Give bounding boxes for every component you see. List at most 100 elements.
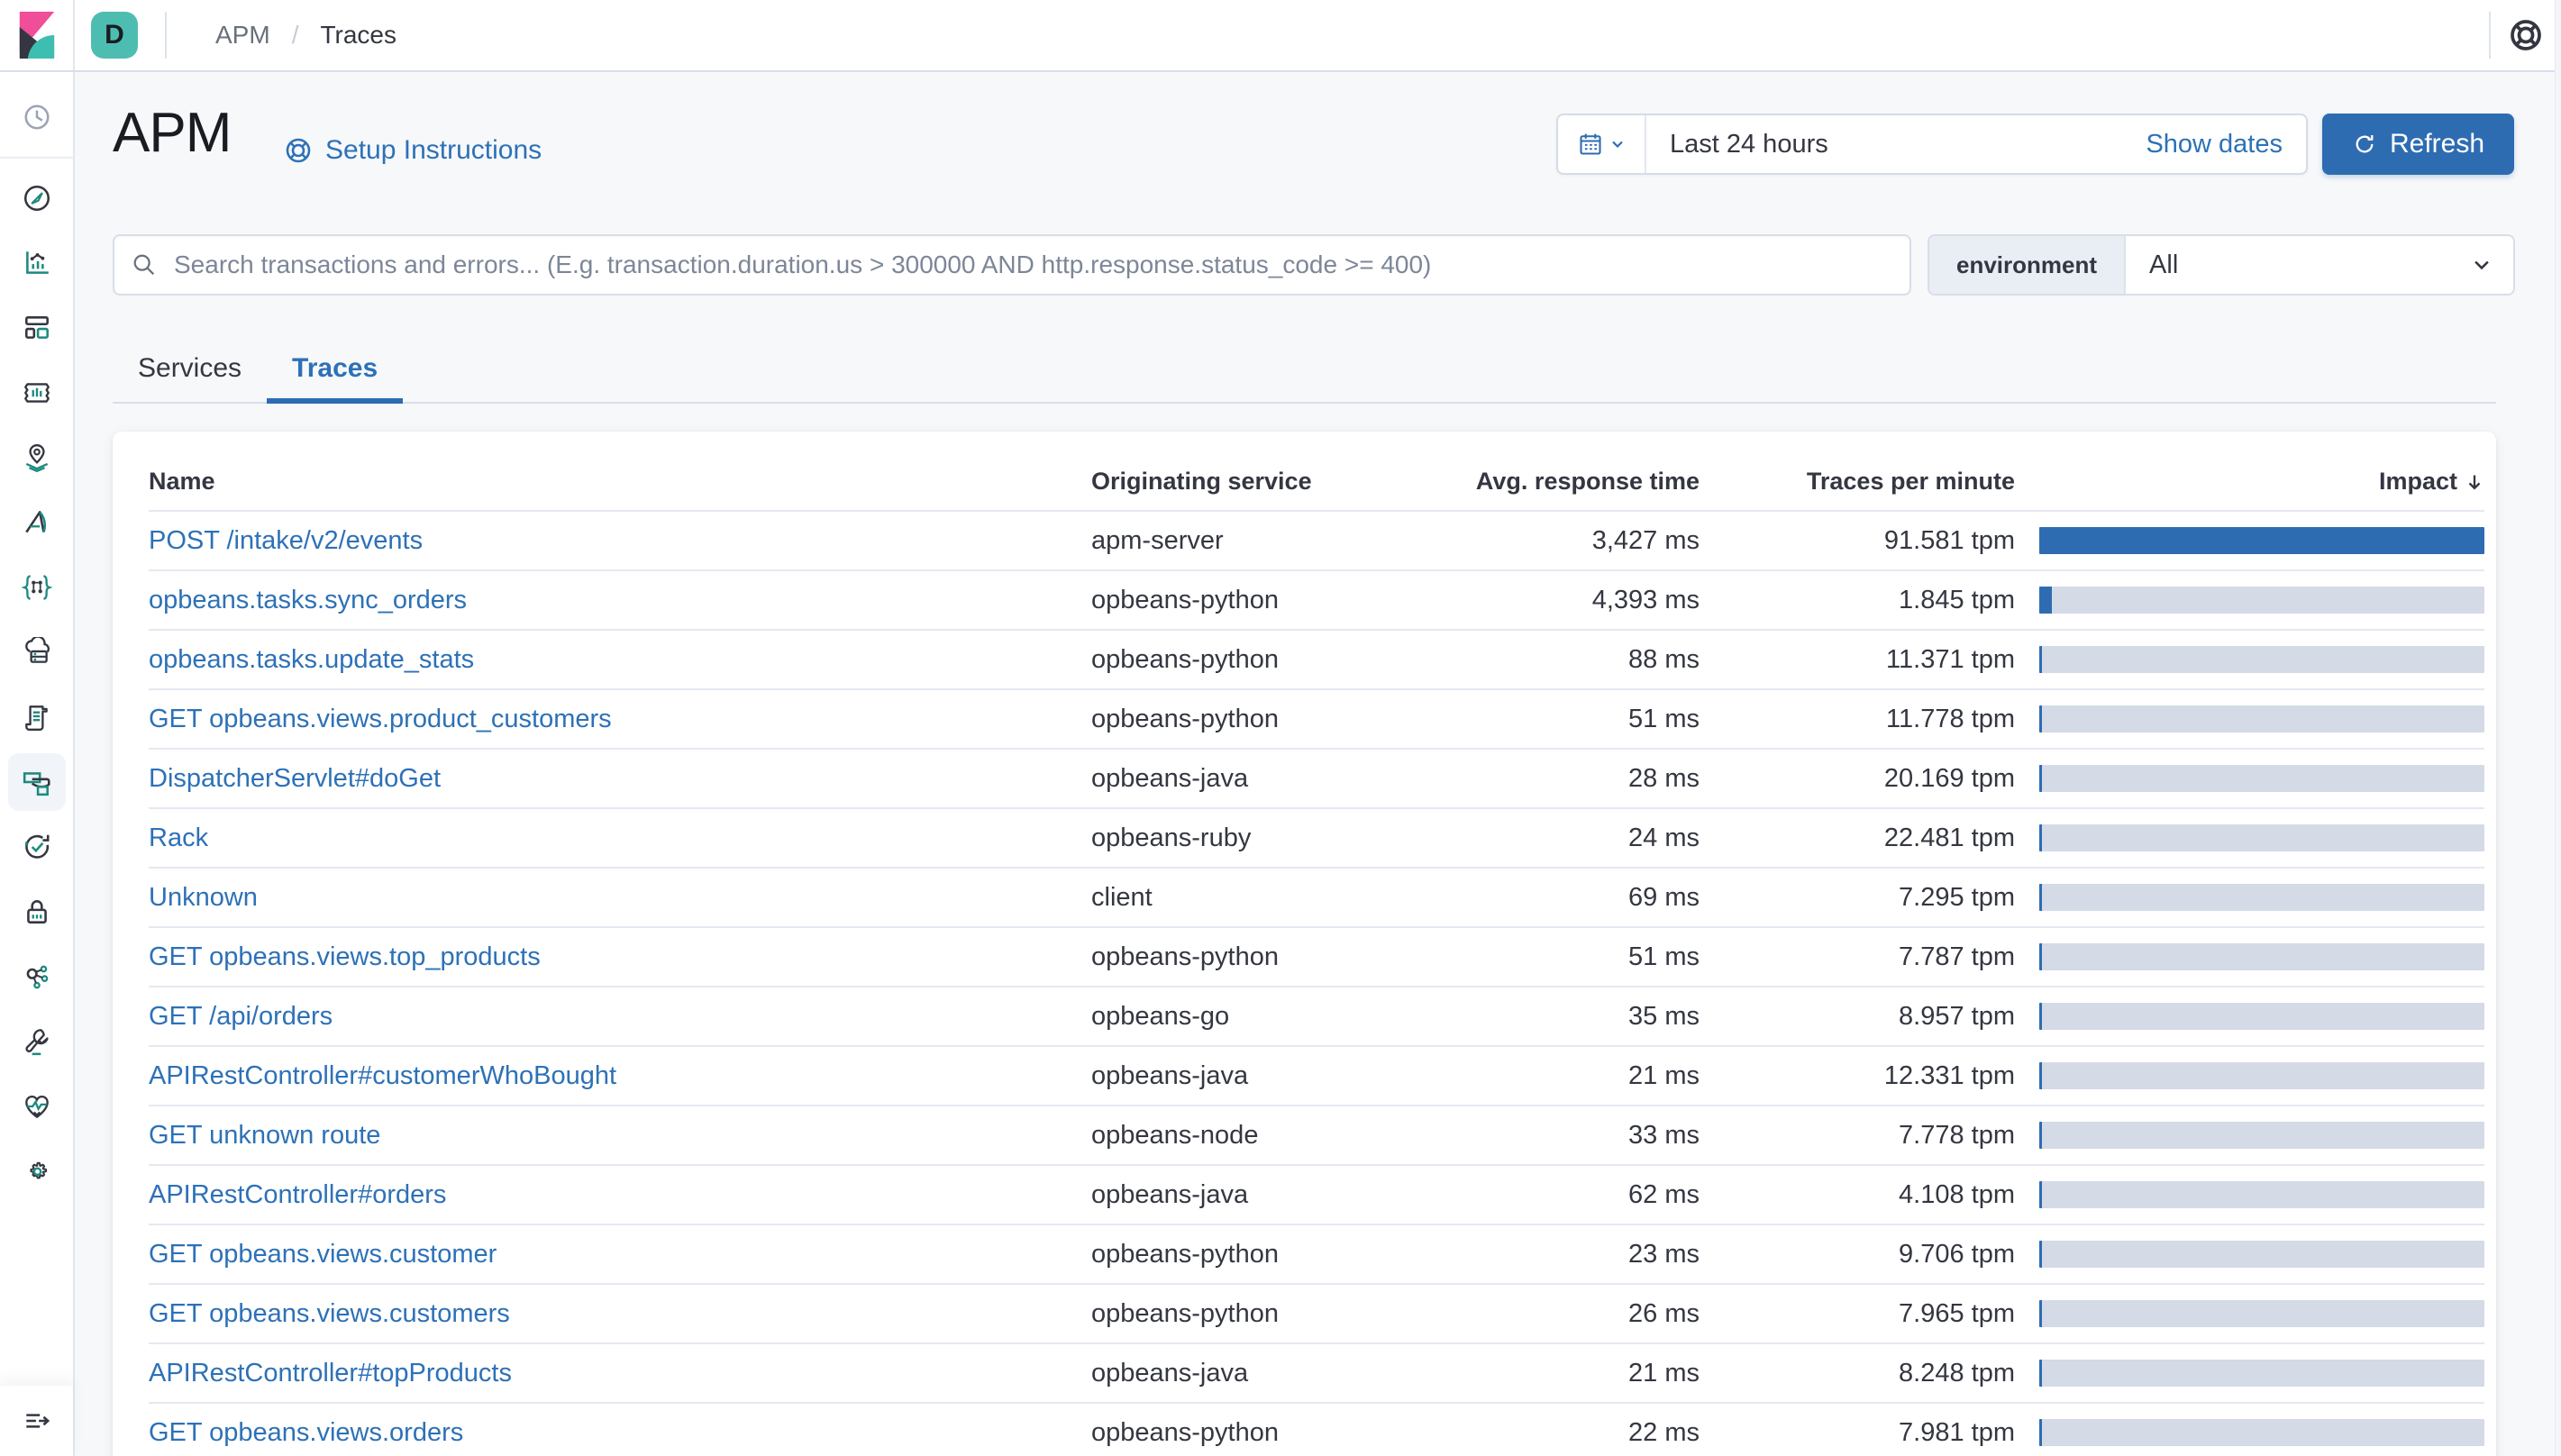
help-menu-button[interactable] [2491,17,2561,53]
originating-service-cell: opbeans-python [1091,585,1279,614]
time-range-value[interactable]: Last 24 hours [1646,130,1828,159]
show-dates-link[interactable]: Show dates [2146,130,2306,159]
code-icon [8,948,66,1006]
impact-cell [2015,527,2484,554]
column-header-tpm[interactable]: Traces per minute [1700,468,2015,496]
impact-bar-fill [2039,705,2042,733]
avg-response-time-cell: 22 ms [1628,1417,1700,1447]
sidebar-item-code[interactable] [5,944,69,1009]
search-icon [114,251,174,278]
sidebar-item-machine-learning[interactable] [5,490,69,555]
sidebar-item-siem[interactable] [5,879,69,944]
sidebar-item-recently-viewed[interactable] [5,83,69,151]
sidebar-item-apm[interactable] [5,750,69,814]
help-life-ring-icon [2511,20,2541,50]
impact-bar-fill [2039,1003,2042,1030]
trace-name-link[interactable]: APIRestController#customerWhoBought [149,1061,616,1090]
page-scrollbar[interactable] [2555,0,2561,1456]
sidebar-item-maps[interactable] [5,425,69,490]
environment-filter[interactable]: environment All [1928,234,2515,296]
originating-service-cell: opbeans-python [1091,1239,1279,1269]
refresh-button[interactable]: Refresh [2322,114,2514,175]
trace-name-link[interactable]: POST /intake/v2/events [149,526,423,555]
trace-name-link[interactable]: GET opbeans.views.top_products [149,942,541,971]
visualize-icon [8,234,66,292]
trace-name-link[interactable]: opbeans.tasks.update_stats [149,645,474,674]
originating-service-cell: opbeans-node [1091,1120,1259,1150]
impact-bar-fill [2039,1241,2042,1268]
impact-bar-track [2039,646,2484,673]
originating-service-cell: opbeans-python [1091,942,1279,971]
avg-response-time-cell: 21 ms [1628,1358,1700,1388]
quick-select-date-button[interactable] [1558,115,1646,173]
originating-service-cell: opbeans-python [1091,704,1279,733]
infrastructure-icon [8,623,66,681]
sidebar-item-stack-monitoring[interactable] [5,1074,69,1139]
sidebar-item-graph[interactable] [5,555,69,620]
column-header-service[interactable]: Originating service [1069,468,1447,496]
avg-response-time-cell: 23 ms [1628,1239,1700,1269]
sort-descending-icon [2468,474,2481,490]
table-row: opbeans.tasks.sync_orders opbeans-python… [149,571,2484,631]
trace-name-link[interactable]: APIRestController#orders [149,1180,446,1209]
column-header-impact[interactable]: Impact [2015,468,2484,496]
sidebar-item-canvas[interactable] [5,360,69,425]
traces-table-card: Name Originating service Avg. response t… [113,432,2496,1456]
trace-name-link[interactable]: GET opbeans.views.product_customers [149,705,612,733]
table-row: APIRestController#topProducts opbeans-ja… [149,1344,2484,1404]
sidebar-item-uptime[interactable] [5,814,69,879]
kibana-logo[interactable] [0,0,75,70]
breadcrumb-apm[interactable]: APM [215,21,270,50]
trace-name-link[interactable]: GET unknown route [149,1121,380,1150]
originating-service-cell: opbeans-python [1091,1417,1279,1447]
column-header-avg-response[interactable]: Avg. response time [1447,468,1700,496]
traces-per-minute-cell: 11.778 tpm [1886,704,2015,733]
setup-instructions-link[interactable]: Setup Instructions [284,135,542,166]
sidebar-item-dashboard[interactable] [5,296,69,360]
sidebar-item-logs[interactable] [5,685,69,750]
avg-response-time-cell: 69 ms [1628,882,1700,912]
impact-bar-track [2039,1300,2484,1327]
impact-bar-fill [2039,943,2042,970]
tab-services[interactable]: Services [113,342,267,402]
dev-tools-icon [8,1013,66,1070]
originating-service-cell: opbeans-go [1091,1001,1230,1031]
table-row: opbeans.tasks.update_stats opbeans-pytho… [149,631,2484,690]
environment-filter-value: All [2149,250,2179,279]
traces-per-minute-cell: 7.295 tpm [1899,882,2015,912]
sidebar-item-discover[interactable] [5,166,69,231]
trace-name-link[interactable]: Unknown [149,883,258,912]
originating-service-cell: opbeans-java [1091,1179,1249,1209]
impact-bar-track [2039,765,2484,792]
sidebar-item-management[interactable] [5,1139,69,1204]
impact-cell [2015,1122,2484,1149]
date-picker: Last 24 hours Show dates [1556,114,2308,175]
trace-name-link[interactable]: APIRestController#topProducts [149,1359,512,1388]
avg-response-time-cell: 28 ms [1628,763,1700,793]
sidebar-item-dev-tools[interactable] [5,1009,69,1074]
table-row: DispatcherServlet#doGet opbeans-java 28 … [149,750,2484,809]
avg-response-time-cell: 51 ms [1628,704,1700,733]
search-input[interactable] [174,236,1909,294]
space-avatar[interactable]: D [91,12,138,59]
trace-name-link[interactable]: DispatcherServlet#doGet [149,764,441,793]
trace-name-link[interactable]: GET opbeans.views.orders [149,1418,463,1447]
trace-name-link[interactable]: opbeans.tasks.sync_orders [149,586,467,614]
avg-response-time-cell: 24 ms [1628,823,1700,852]
tab-bar: Services Traces [113,342,2496,404]
impact-bar-track [2039,884,2484,911]
originating-service-cell: opbeans-java [1091,763,1249,793]
trace-name-link[interactable]: Rack [149,824,208,852]
impact-bar-fill [2039,1360,2042,1387]
collapse-navigation-button[interactable] [0,1386,73,1456]
trace-name-link[interactable]: GET opbeans.views.customer [149,1240,497,1269]
avg-response-time-cell: 51 ms [1628,942,1700,971]
trace-name-link[interactable]: GET opbeans.views.customers [149,1299,510,1328]
table-header-row: Name Originating service Avg. response t… [149,432,2484,512]
sidebar-item-infrastructure[interactable] [5,620,69,685]
traces-per-minute-cell: 7.787 tpm [1899,942,2015,971]
sidebar-item-visualize[interactable] [5,231,69,296]
trace-name-link[interactable]: GET /api/orders [149,1002,333,1031]
column-header-name[interactable]: Name [149,468,1069,496]
tab-traces[interactable]: Traces [267,342,404,404]
